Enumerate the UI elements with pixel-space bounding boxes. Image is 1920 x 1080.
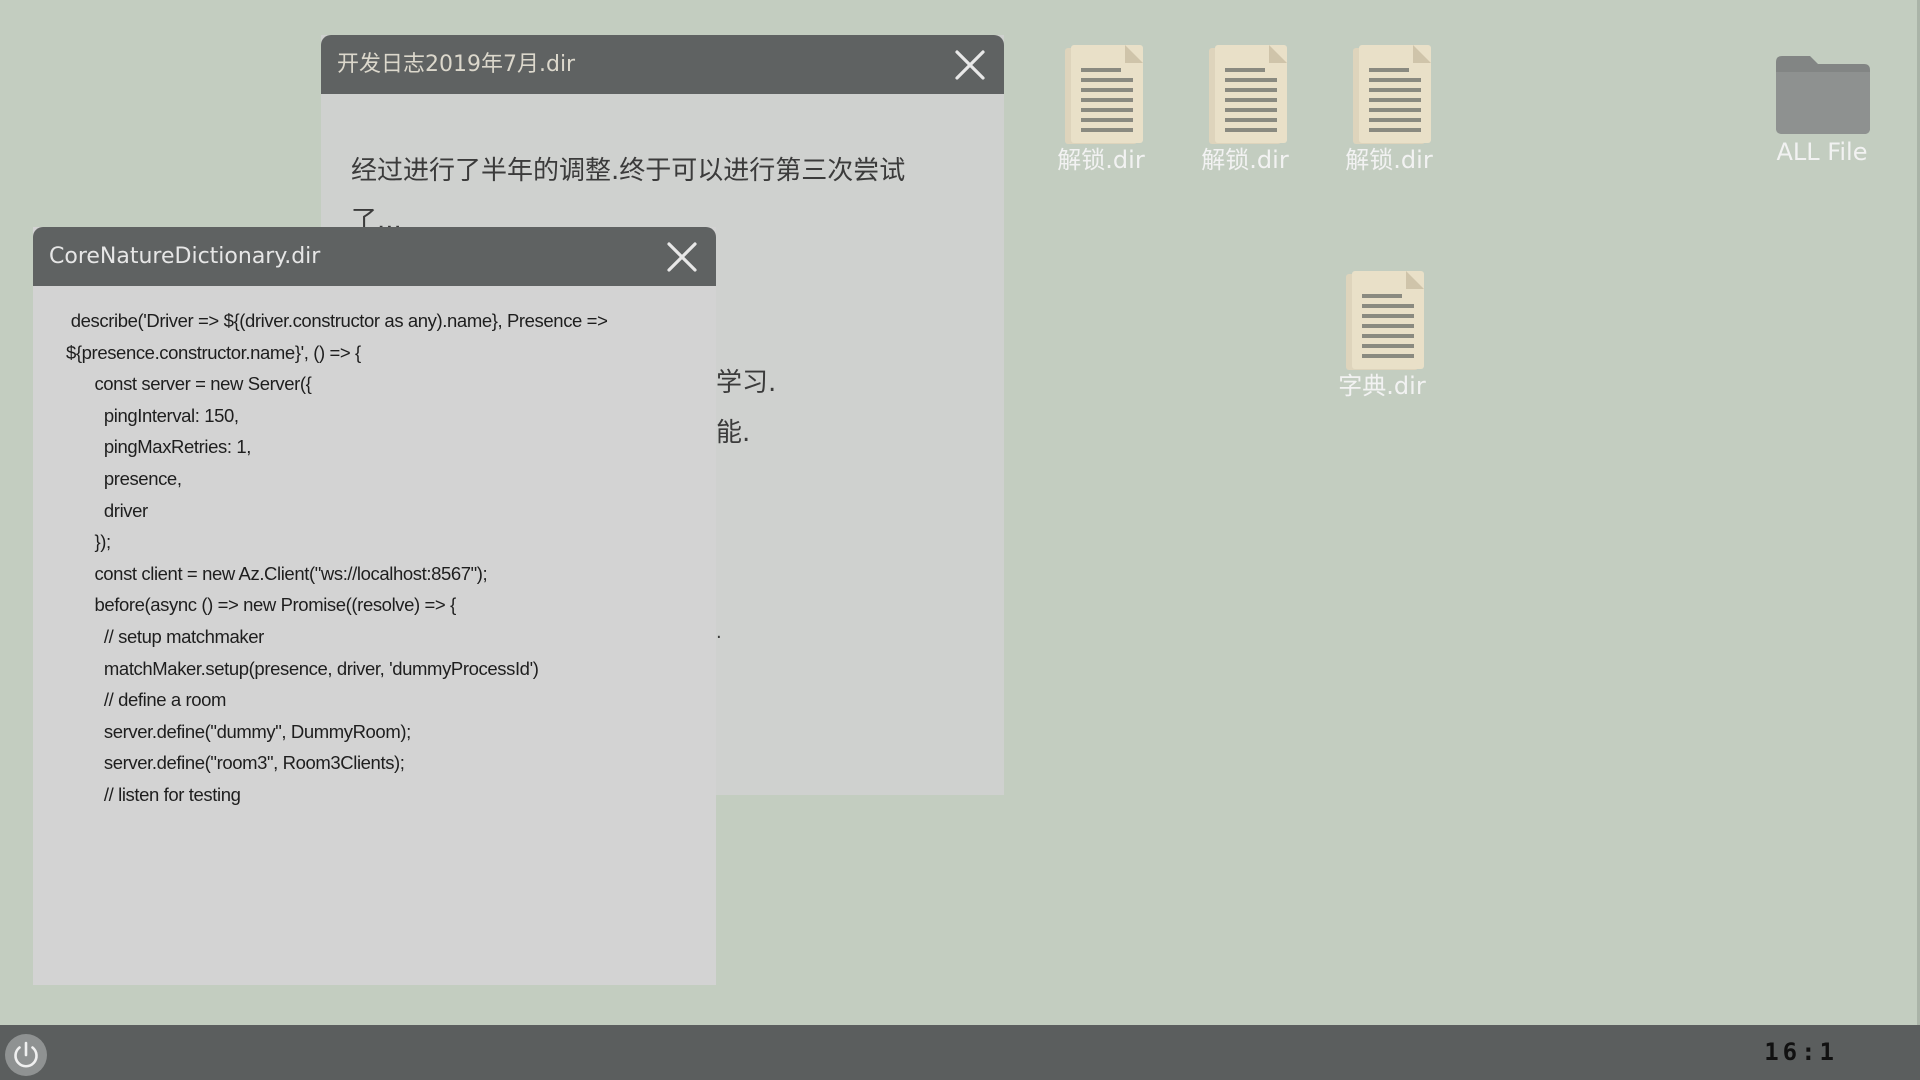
code-line: // listen for testing xyxy=(66,783,241,805)
code-line: const client = new Az.Client("ws://local… xyxy=(66,562,488,584)
code-line: const server = new Server({ xyxy=(66,373,312,395)
folder-icon xyxy=(1776,56,1870,134)
devlog-line: 经过进行了半年的调整.终于可以进行第三次尝试 xyxy=(351,156,906,186)
desktop-icon-label: 解锁.dir xyxy=(1057,146,1145,174)
desktop: 开发日志2019年7月.dir 经过进行了半年的调整.终于可以进行第三次尝试 了… xyxy=(0,0,1920,1025)
taskbar: 16:1 xyxy=(0,1025,1920,1080)
desktop-icon-unlock-3[interactable]: 解锁.dir xyxy=(1329,42,1449,175)
devlog-line-fragment: . xyxy=(716,622,722,643)
document-icon xyxy=(1065,45,1143,144)
code-line: server.define("room3", Room3Clients); xyxy=(66,752,405,774)
taskbar-clock: 16:1 xyxy=(1764,1038,1838,1066)
power-button[interactable] xyxy=(5,1034,47,1076)
desktop-icon-unlock-2[interactable]: 解锁.dir xyxy=(1185,42,1305,175)
code-line: server.define("dummy", DummyRoom); xyxy=(66,720,411,742)
devlog-line-fragment: 学习. xyxy=(716,368,777,398)
devlog-close-button[interactable] xyxy=(952,47,988,83)
code-line: driver xyxy=(66,499,148,521)
power-icon xyxy=(14,1041,38,1068)
dictionary-window: CoreNatureDictionary.dir describe('Drive… xyxy=(33,227,716,985)
dictionary-close-button[interactable] xyxy=(664,239,700,275)
desktop-icon-unlock-1[interactable]: 解锁.dir xyxy=(1041,42,1161,175)
dictionary-titlebar[interactable]: CoreNatureDictionary.dir xyxy=(33,227,716,286)
code-line: describe('Driver => ${(driver.constructo… xyxy=(66,310,608,331)
code-line: matchMaker.setup(presence, driver, 'dumm… xyxy=(66,657,539,679)
document-icon xyxy=(1209,45,1287,144)
close-icon xyxy=(955,50,985,80)
code-line: ${presence.constructor.name}', () => { xyxy=(66,341,361,363)
dictionary-content: describe('Driver => ${(driver.constructo… xyxy=(33,286,716,985)
desktop-icon-all-file[interactable]: ALL File xyxy=(1762,52,1882,166)
desktop-icon-label: 解锁.dir xyxy=(1201,146,1289,174)
desktop-icon-label: 字典.dir xyxy=(1338,372,1426,400)
code-line: pingMaxRetries: 1, xyxy=(66,436,251,458)
devlog-line-fragment: 能. xyxy=(716,418,751,448)
code-line: presence, xyxy=(66,467,182,489)
code-line: // setup matchmaker xyxy=(66,625,264,647)
document-icon xyxy=(1353,45,1431,144)
document-icon xyxy=(1346,271,1424,370)
code-line: pingInterval: 150, xyxy=(66,404,239,426)
desktop-icon-label: ALL File xyxy=(1776,138,1868,166)
desktop-icon-label: 解锁.dir xyxy=(1345,146,1433,174)
dictionary-window-title: CoreNatureDictionary.dir xyxy=(49,244,321,269)
close-icon xyxy=(667,242,697,272)
devlog-window-title: 开发日志2019年7月.dir xyxy=(337,52,576,77)
code-line: before(async () => new Promise((resolve)… xyxy=(66,594,456,616)
code-line: }); xyxy=(66,531,111,553)
desktop-icon-dictionary[interactable]: 字典.dir xyxy=(1322,268,1442,401)
devlog-titlebar[interactable]: 开发日志2019年7月.dir xyxy=(321,35,1004,94)
code-line: // define a room xyxy=(66,689,227,711)
